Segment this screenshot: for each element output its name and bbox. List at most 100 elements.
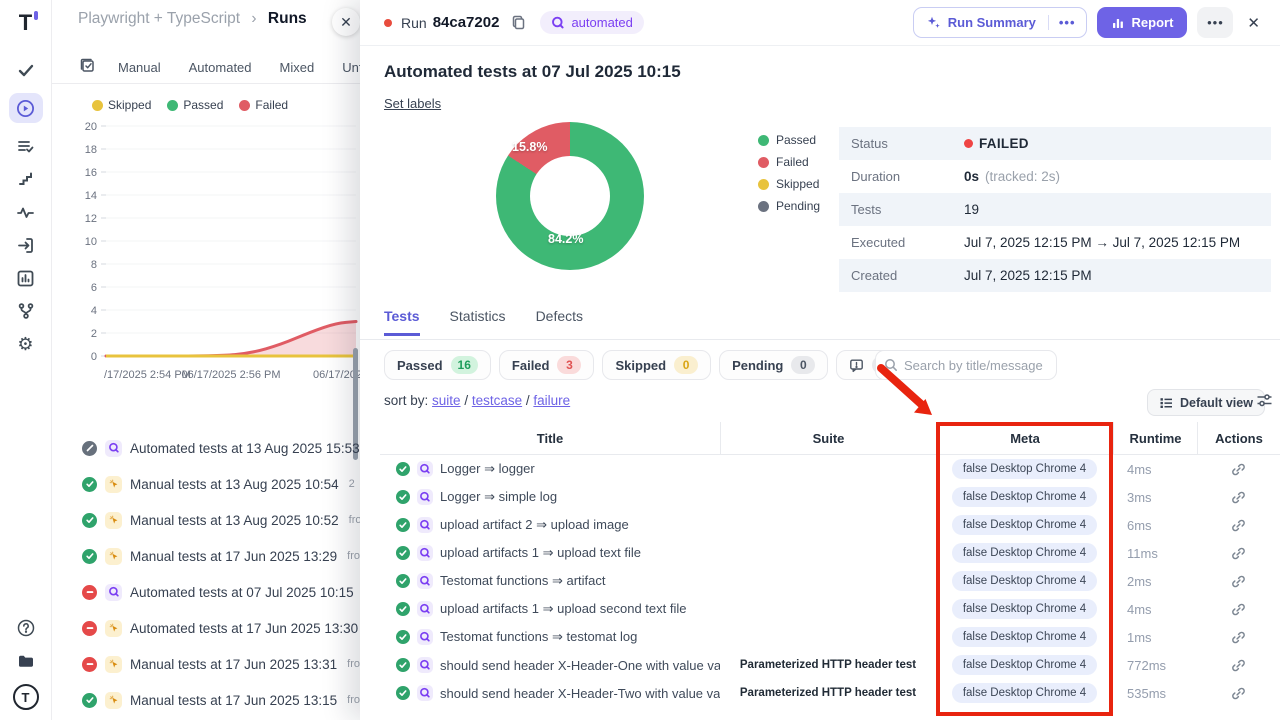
meta-tag[interactable]: false Desktop Chrome 4 [952,543,1097,563]
run-list-item[interactable]: Manual tests at 17 Jun 2025 13:29 from [52,538,360,574]
meta-tag[interactable]: false Desktop Chrome 4 [952,655,1097,675]
runs-tab-manual[interactable]: Manual [118,60,161,75]
meta-tag[interactable]: false Desktop Chrome 4 [952,571,1097,591]
test-link-icon[interactable] [1197,574,1280,589]
column-header-suite[interactable]: Suite [720,422,936,454]
default-view-button[interactable]: Default view [1147,389,1265,416]
meta-tag[interactable]: false Desktop Chrome 4 [952,515,1097,535]
sort-link-failure[interactable]: failure [533,393,570,408]
runs-filter-tabs: Manual Automated Mixed Unfinished [52,52,360,84]
test-plans-icon[interactable] [16,136,36,156]
run-list-item[interactable]: Automated tests at 07 Jul 2025 10:15 [52,574,360,610]
test-link-icon[interactable] [1197,630,1280,645]
detail-close-button[interactable]: ✕ [1243,14,1264,32]
search-input[interactable] [904,358,1044,373]
report-button[interactable]: Report [1097,7,1188,38]
test-link-icon[interactable] [1197,658,1280,673]
view-settings-icon[interactable] [1256,392,1273,414]
table-row[interactable]: should send header X-Header-One with val… [380,651,1280,679]
test-link-icon[interactable] [1197,602,1280,617]
run-summary-more[interactable]: ••• [1048,15,1086,30]
test-automated-icon [417,489,433,505]
meta-tag[interactable]: false Desktop Chrome 4 [952,627,1097,647]
tab-tests[interactable]: Tests [384,308,420,336]
runs-panel-close-button[interactable]: ✕ [332,8,360,36]
test-automated-icon [417,657,433,673]
test-link-icon[interactable] [1197,518,1280,533]
branches-icon[interactable] [16,301,36,321]
tests-check-icon[interactable] [16,60,36,80]
column-header-title[interactable]: Title [380,422,720,454]
testomat-logo[interactable]: T [19,12,32,34]
import-icon[interactable] [16,235,36,255]
tab-defects[interactable]: Defects [536,308,583,333]
table-row[interactable]: upload artifacts 1 ⇒ upload second text … [380,595,1280,623]
run-list-item[interactable]: Manual tests at 13 Aug 2025 10:54 2 [52,466,360,502]
breadcrumb-project[interactable]: Playwright + TypeScript [78,10,240,27]
column-header-actions[interactable]: Actions [1197,422,1280,454]
donut-failed-label: 15.8% [512,140,547,154]
svg-text:8: 8 [91,259,97,271]
run-title: Automated tests at 07 Jul 2025 10:15 [384,62,681,82]
column-header-runtime[interactable]: Runtime [1113,422,1197,454]
run-status-icon [82,549,97,564]
runs-play-icon[interactable] [9,93,43,123]
comment-icon [849,358,864,373]
legend-item-failed: Failed [239,98,288,112]
filter-chip-failed[interactable]: Failed3 [499,350,595,380]
sort-link-testcase[interactable]: testcase [472,393,522,408]
projects-folder-icon[interactable] [16,651,36,671]
select-runs-icon[interactable] [80,58,96,77]
table-row[interactable]: upload artifacts 1 ⇒ upload text file fa… [380,539,1280,567]
table-row[interactable]: Logger ⇒ simple log false Desktop Chrome… [380,483,1280,511]
run-list-item[interactable]: Manual tests at 17 Jun 2025 13:31 from [52,646,360,682]
table-row[interactable]: upload artifact 2 ⇒ upload image false D… [380,511,1280,539]
runs-tab-unfinished[interactable]: Unfinished [342,60,360,75]
pulse-icon[interactable] [16,202,36,222]
milestones-icon[interactable] [16,169,36,189]
test-link-icon[interactable] [1197,490,1280,505]
copy-run-id-button[interactable] [511,15,526,30]
run-list: Automated tests at 13 Aug 2025 15:53 Man… [52,430,360,718]
meta-tag[interactable]: false Desktop Chrome 4 [952,683,1097,703]
sort-link-suite[interactable]: suite [432,393,461,408]
tab-statistics[interactable]: Statistics [450,308,506,333]
test-link-icon[interactable] [1197,546,1280,561]
run-summary-button[interactable]: Run Summary ••• [913,7,1087,38]
filter-chip-pending[interactable]: Pending0 [719,350,828,380]
test-runtime: 4ms [1113,602,1197,617]
table-row[interactable]: Testomat functions ⇒ testomat log false … [380,623,1280,651]
chip-label: Failed [512,358,550,373]
help-icon[interactable] [16,618,36,638]
settings-gear-icon[interactable]: ⚙ [16,334,36,354]
test-link-icon[interactable] [1197,686,1280,701]
table-row[interactable]: Logger ⇒ logger false Desktop Chrome 4 4… [380,455,1280,483]
column-header-meta[interactable]: Meta [936,422,1113,454]
test-link-icon[interactable] [1197,462,1280,477]
analytics-icon[interactable] [16,268,36,288]
filter-chip-passed[interactable]: Passed16 [384,350,491,380]
run-list-item[interactable]: Automated tests at 17 Jun 2025 13:30 [52,610,360,646]
run-list-item[interactable]: Manual tests at 13 Aug 2025 10:52 from [52,502,360,538]
run-summary-label: Run Summary [948,15,1036,30]
run-list-item[interactable]: Automated tests at 13 Aug 2025 15:53 [52,430,360,466]
run-list-item[interactable]: Manual tests at 17 Jun 2025 13:15 from [52,682,360,718]
meta-tag[interactable]: false Desktop Chrome 4 [952,599,1097,619]
run-type-icon [105,512,122,529]
runs-tab-mixed[interactable]: Mixed [280,60,315,75]
run-type-icon [105,476,122,493]
filter-chip-skipped[interactable]: Skipped0 [602,350,711,380]
more-actions-button[interactable]: ••• [1197,7,1233,38]
table-row[interactable]: should send header X-Header-Two with val… [380,679,1280,707]
table-row[interactable]: Testomat functions ⇒ artifact false Desk… [380,567,1280,595]
run-type-icon [105,584,122,601]
profile-avatar[interactable]: T [13,684,39,710]
meta-tag[interactable]: false Desktop Chrome 4 [952,487,1097,507]
run-item-title: Manual tests at 17 Jun 2025 13:31 [130,657,337,672]
test-passed-icon [396,462,410,476]
set-labels-link[interactable]: Set labels [384,96,441,111]
donut-legend-pending: Pending [758,199,820,213]
run-item-title: Manual tests at 13 Aug 2025 10:52 [130,513,339,528]
meta-tag[interactable]: false Desktop Chrome 4 [952,459,1097,479]
runs-tab-automated[interactable]: Automated [189,60,252,75]
